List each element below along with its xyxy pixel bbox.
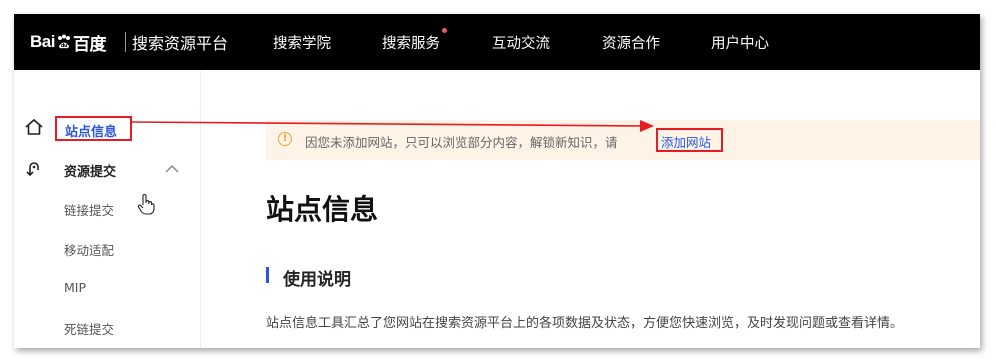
annotation-arrow: [131, 120, 654, 132]
browser-frame: Bai du 百度 搜索资源平台 搜索学院 搜索服务 互动交流 资源合作 用户中…: [14, 14, 980, 348]
